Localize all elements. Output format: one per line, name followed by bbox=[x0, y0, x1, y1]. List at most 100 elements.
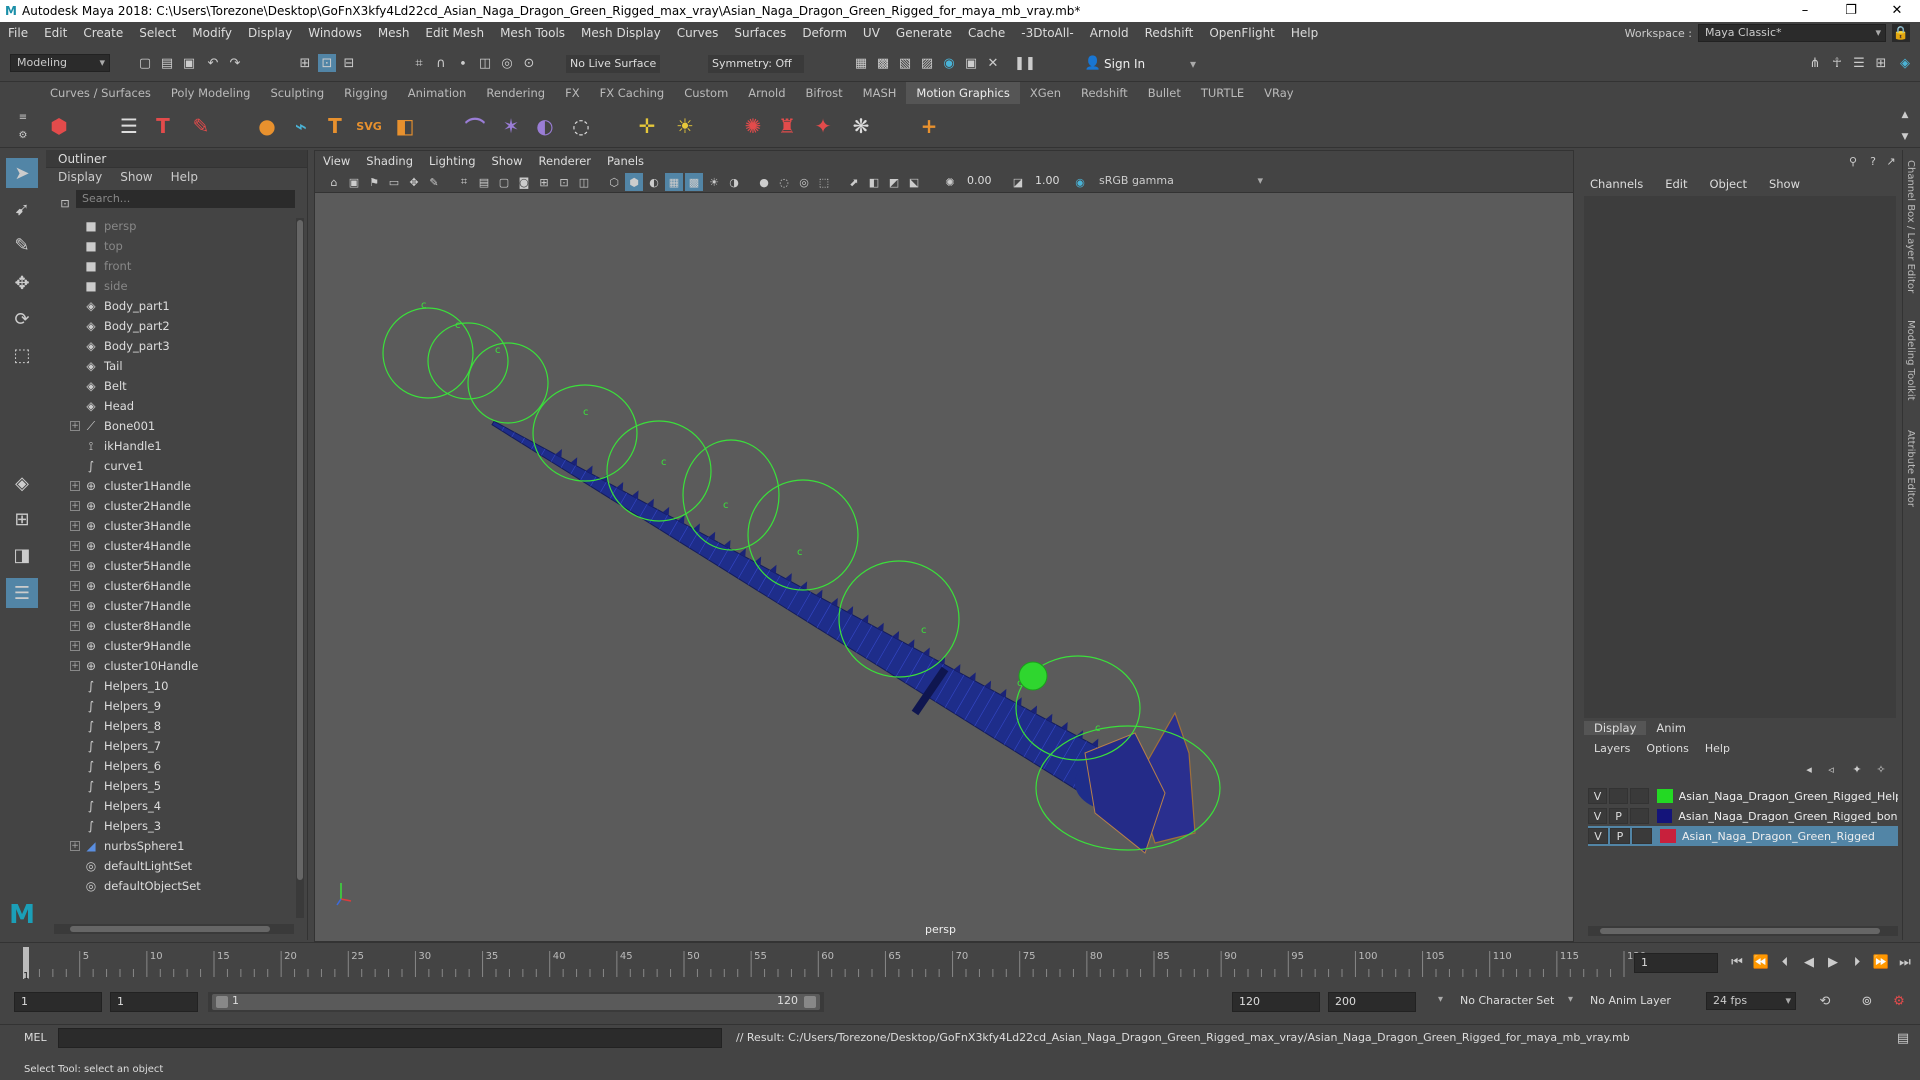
menu-edit[interactable]: Edit bbox=[36, 26, 75, 40]
menu-create[interactable]: Create bbox=[75, 26, 131, 40]
channel-box-toggle-icon[interactable]: ◈ bbox=[1896, 54, 1914, 72]
command-input[interactable] bbox=[58, 1028, 722, 1048]
outliner-search-input[interactable]: Search... bbox=[76, 190, 295, 208]
shelf-tab-animation[interactable]: Animation bbox=[398, 82, 477, 104]
outliner-item[interactable]: ◎ defaultLightSet bbox=[46, 856, 296, 876]
attribute-editor-toggle-icon[interactable]: ☰ bbox=[1850, 54, 1868, 72]
use-all-lights-icon[interactable]: ☀ bbox=[705, 173, 723, 191]
expand-icon[interactable]: + bbox=[70, 501, 80, 511]
smooth-shade-icon[interactable]: ⬢ bbox=[625, 173, 643, 191]
expand-icon[interactable]: + bbox=[70, 421, 80, 431]
menu-cache[interactable]: Cache bbox=[960, 26, 1013, 40]
layer-display-type-toggle[interactable] bbox=[1630, 808, 1650, 824]
deformer-sine-icon[interactable]: ◐ bbox=[530, 111, 560, 141]
outliner-menu-help[interactable]: Help bbox=[171, 170, 198, 184]
go-to-end-icon[interactable]: ⏭ bbox=[1896, 953, 1914, 971]
menu-display[interactable]: Display bbox=[240, 26, 300, 40]
snap-point-icon[interactable]: ∙ bbox=[454, 54, 472, 72]
viewport-panel[interactable]: View Shading Lighting Show Renderer Panels ⌂ … bbox=[314, 150, 1574, 942]
modeling-toolkit-toggle-icon[interactable]: ⋔ bbox=[1806, 54, 1824, 72]
camera-attributes-icon[interactable]: ▣ bbox=[345, 173, 363, 191]
range-start-handle[interactable] bbox=[216, 996, 228, 1008]
layer-visibility-toggle[interactable]: V bbox=[1588, 808, 1608, 824]
character-controls-icon[interactable]: ☥ bbox=[1828, 54, 1846, 72]
step-forward-key-icon[interactable]: ⏵ bbox=[1848, 953, 1866, 971]
live-surface-field[interactable]: No Live Surface bbox=[566, 55, 660, 73]
sign-in-dropdown[interactable]: Sign In ▾ bbox=[1104, 55, 1196, 73]
select-component-icon[interactable]: ⊟ bbox=[340, 54, 358, 72]
wireframe-on-shaded-icon[interactable]: ▦ bbox=[665, 173, 683, 191]
layer-menu-layers[interactable]: Layers bbox=[1594, 742, 1630, 755]
channel-menu-object[interactable]: Object bbox=[1710, 177, 1747, 191]
layer-display-type-toggle[interactable] bbox=[1630, 788, 1650, 804]
outliner-item[interactable]: ∫ Helpers_4 bbox=[46, 796, 296, 816]
shelf-tab-bifrost[interactable]: Bifrost bbox=[796, 82, 853, 104]
vray-ipr-icon[interactable]: ✕ bbox=[984, 54, 1002, 72]
shelf-tab-turtle[interactable]: TURTLE bbox=[1191, 82, 1254, 104]
snap-pivot-icon[interactable]: ⊙ bbox=[520, 54, 538, 72]
side-tab-channel-box[interactable]: Channel Box / Layer Editor bbox=[1905, 160, 1916, 293]
render-settings-icon[interactable]: ▨ bbox=[918, 54, 936, 72]
menu-surfaces[interactable]: Surfaces bbox=[726, 26, 794, 40]
save-scene-icon[interactable]: ▣ bbox=[180, 54, 198, 72]
safe-title-icon[interactable]: ◫ bbox=[575, 173, 593, 191]
shelf-menu-icon[interactable]: ≡ bbox=[14, 108, 32, 126]
layer-visibility-toggle[interactable]: V bbox=[1588, 788, 1608, 804]
channel-menu-edit[interactable]: Edit bbox=[1665, 177, 1687, 191]
command-language-toggle[interactable]: MEL bbox=[24, 1031, 47, 1044]
fps-dropdown[interactable]: 24 fps bbox=[1706, 992, 1796, 1010]
dynamics-spray-icon[interactable]: ✦ bbox=[808, 111, 838, 141]
shelf-tab-sculpting[interactable]: Sculpting bbox=[260, 82, 334, 104]
field-chart-icon[interactable]: ⊞ bbox=[535, 173, 553, 191]
dragon-body-mesh[interactable] bbox=[491, 420, 1108, 795]
gamma-field[interactable]: 1.00 bbox=[1029, 172, 1069, 190]
loop-icon[interactable]: ⟲ bbox=[1816, 992, 1834, 1010]
outliner-item[interactable]: ◈ Body_part3 bbox=[46, 336, 296, 356]
outliner-item[interactable]: + ⊕ cluster1Handle bbox=[46, 476, 296, 496]
layer-tab-display[interactable]: Display bbox=[1584, 721, 1647, 735]
shelf-tab-xgen[interactable]: XGen bbox=[1020, 82, 1071, 104]
shelf-tab-fx-caching[interactable]: FX Caching bbox=[590, 82, 675, 104]
svg-tool-icon[interactable]: SVG bbox=[354, 111, 384, 141]
menu-modify[interactable]: Modify bbox=[184, 26, 240, 40]
outliner-item[interactable]: ∫ Helpers_9 bbox=[46, 696, 296, 716]
layer-row[interactable]: V P Asian_Naga_Dragon_Green_Rigged_bones bbox=[1588, 806, 1898, 826]
outliner-item[interactable]: ∫ Helpers_10 bbox=[46, 676, 296, 696]
outliner-item[interactable]: + ⊕ cluster3Handle bbox=[46, 516, 296, 536]
shelf-settings-icon[interactable]: ⚙ bbox=[14, 126, 32, 144]
wireframe-icon[interactable]: ⬡ bbox=[605, 173, 623, 191]
shelf-tab-redshift[interactable]: Redshift bbox=[1071, 82, 1138, 104]
two-view-layout-icon[interactable]: ◨ bbox=[6, 540, 38, 570]
expand-icon[interactable]: + bbox=[70, 641, 80, 651]
step-forward-frame-icon[interactable]: ⏩ bbox=[1872, 953, 1890, 971]
end-time-field[interactable]: 200 bbox=[1328, 992, 1416, 1012]
dynamics-field-icon[interactable]: ✺ bbox=[738, 111, 768, 141]
outliner-item[interactable]: ◈ Body_part2 bbox=[46, 316, 296, 336]
layer-row[interactable]: V P Asian_Naga_Dragon_Green_Rigged bbox=[1588, 826, 1898, 846]
shelf-tab-vray[interactable]: VRay bbox=[1254, 82, 1303, 104]
xray-joints-icon[interactable]: ◌ bbox=[775, 173, 793, 191]
menu-help[interactable]: Help bbox=[1283, 26, 1326, 40]
channel-box-float-icon[interactable]: ↗ bbox=[1882, 152, 1900, 170]
nurbs-sphere-control[interactable] bbox=[1018, 661, 1048, 691]
animation-preferences-icon[interactable]: ⚙ bbox=[1890, 992, 1908, 1010]
curve-tool-icon[interactable]: ⌁ bbox=[286, 111, 316, 141]
layer-menu-options[interactable]: Options bbox=[1646, 742, 1688, 755]
safe-action-icon[interactable]: ⊡ bbox=[555, 173, 573, 191]
layer-color-swatch[interactable] bbox=[1657, 789, 1673, 803]
expand-icon[interactable]: + bbox=[70, 621, 80, 631]
move-tool-icon[interactable]: ✥ bbox=[6, 268, 38, 298]
camera-select-icon[interactable]: ⌂ bbox=[325, 173, 343, 191]
outliner-item[interactable]: + ⊕ cluster10Handle bbox=[46, 656, 296, 676]
menu-arnold[interactable]: Arnold bbox=[1082, 26, 1137, 40]
symmetry-dropdown[interactable]: Symmetry: Off bbox=[708, 55, 804, 73]
select-object-icon[interactable]: ⊡ bbox=[318, 54, 336, 72]
step-back-key-icon[interactable]: ⏴ bbox=[1776, 953, 1794, 971]
new-layer-icon[interactable]: ✦ bbox=[1848, 760, 1866, 778]
expand-icon[interactable]: + bbox=[70, 841, 80, 851]
maximize-button[interactable]: ❐ bbox=[1828, 0, 1874, 22]
pause-render-icon[interactable]: ❚❚ bbox=[1014, 54, 1036, 72]
cluster-control-circle[interactable] bbox=[532, 384, 638, 482]
redo-icon[interactable]: ↷ bbox=[226, 54, 244, 72]
depth-of-field-icon[interactable]: ◩ bbox=[885, 173, 903, 191]
